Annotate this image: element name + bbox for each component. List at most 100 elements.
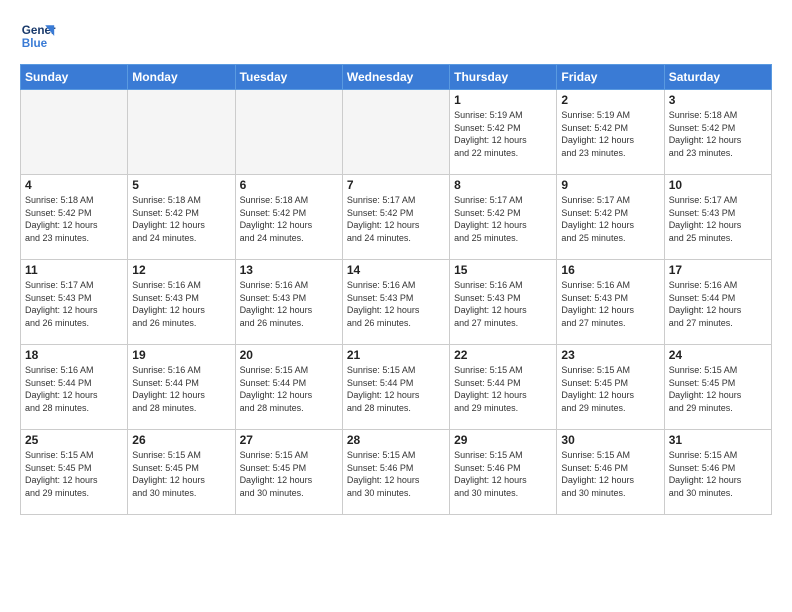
day-number: 8: [454, 178, 552, 192]
calendar-cell: 19 Sunrise: 5:16 AM Sunset: 5:44 PM Dayli…: [128, 345, 235, 430]
day-number: 20: [240, 348, 338, 362]
day-number: 11: [25, 263, 123, 277]
weekday-header-saturday: Saturday: [664, 65, 771, 90]
calendar-cell: [235, 90, 342, 175]
day-info: Sunrise: 5:17 AM Sunset: 5:42 PM Dayligh…: [454, 194, 552, 244]
day-info: Sunrise: 5:16 AM Sunset: 5:43 PM Dayligh…: [132, 279, 230, 329]
page-header: General Blue: [20, 18, 772, 54]
calendar-cell: 15 Sunrise: 5:16 AM Sunset: 5:43 PM Dayli…: [450, 260, 557, 345]
day-info: Sunrise: 5:16 AM Sunset: 5:43 PM Dayligh…: [347, 279, 445, 329]
week-row-2: 4Sunrise: 5:18 AM Sunset: 5:42 PM Daylig…: [21, 175, 772, 260]
day-number: 9: [561, 178, 659, 192]
day-info: Sunrise: 5:15 AM Sunset: 5:45 PM Dayligh…: [132, 449, 230, 499]
calendar-cell: 29 Sunrise: 5:15 AM Sunset: 5:46 PM Dayli…: [450, 430, 557, 515]
calendar-cell: 27 Sunrise: 5:15 AM Sunset: 5:45 PM Dayli…: [235, 430, 342, 515]
calendar-cell: 22Sunrise: 5:15 AM Sunset: 5:44 PM Dayli…: [450, 345, 557, 430]
calendar-table: SundayMondayTuesdayWednesdayThursdayFrid…: [20, 64, 772, 515]
day-number: 29: [454, 433, 552, 447]
day-number: 18: [25, 348, 123, 362]
day-info: Sunrise: 5:16 AM Sunset: 5:43 PM Dayligh…: [561, 279, 659, 329]
day-info: Sunrise: 5:18 AM Sunset: 5:42 PM Dayligh…: [25, 194, 123, 244]
calendar-cell: 28 Sunrise: 5:15 AM Sunset: 5:46 PM Dayli…: [342, 430, 449, 515]
day-number: 13: [240, 263, 338, 277]
calendar-cell: 23 Sunrise: 5:15 AM Sunset: 5:45 PM Dayli…: [557, 345, 664, 430]
week-row-5: 25Sunrise: 5:15 AM Sunset: 5:45 PM Dayli…: [21, 430, 772, 515]
calendar-cell: 13 Sunrise: 5:16 AM Sunset: 5:43 PM Dayli…: [235, 260, 342, 345]
day-number: 1: [454, 93, 552, 107]
day-info: Sunrise: 5:15 AM Sunset: 5:44 PM Dayligh…: [347, 364, 445, 414]
day-number: 19: [132, 348, 230, 362]
day-info: Sunrise: 5:17 AM Sunset: 5:42 PM Dayligh…: [347, 194, 445, 244]
day-info: Sunrise: 5:19 AM Sunset: 5:42 PM Dayligh…: [454, 109, 552, 159]
day-info: Sunrise: 5:15 AM Sunset: 5:44 PM Dayligh…: [240, 364, 338, 414]
day-number: 30: [561, 433, 659, 447]
day-number: 16: [561, 263, 659, 277]
day-info: Sunrise: 5:15 AM Sunset: 5:46 PM Dayligh…: [669, 449, 767, 499]
day-number: 22: [454, 348, 552, 362]
calendar-cell: 18 Sunrise: 5:16 AM Sunset: 5:44 PM Dayli…: [21, 345, 128, 430]
day-info: Sunrise: 5:15 AM Sunset: 5:46 PM Dayligh…: [347, 449, 445, 499]
day-number: 2: [561, 93, 659, 107]
logo: General Blue: [20, 18, 56, 54]
day-info: Sunrise: 5:18 AM Sunset: 5:42 PM Dayligh…: [132, 194, 230, 244]
calendar-cell: [128, 90, 235, 175]
day-info: Sunrise: 5:15 AM Sunset: 5:46 PM Dayligh…: [561, 449, 659, 499]
day-info: Sunrise: 5:16 AM Sunset: 5:44 PM Dayligh…: [25, 364, 123, 414]
day-number: 6: [240, 178, 338, 192]
calendar-cell: 7 Sunrise: 5:17 AM Sunset: 5:42 PM Daylig…: [342, 175, 449, 260]
day-number: 23: [561, 348, 659, 362]
day-info: Sunrise: 5:15 AM Sunset: 5:46 PM Dayligh…: [454, 449, 552, 499]
logo-icon: General Blue: [20, 18, 56, 54]
weekday-header-row: SundayMondayTuesdayWednesdayThursdayFrid…: [21, 65, 772, 90]
day-info: Sunrise: 5:16 AM Sunset: 5:44 PM Dayligh…: [132, 364, 230, 414]
day-number: 28: [347, 433, 445, 447]
calendar-cell: 31 Sunrise: 5:15 AM Sunset: 5:46 PM Dayli…: [664, 430, 771, 515]
day-number: 26: [132, 433, 230, 447]
weekday-header-monday: Monday: [128, 65, 235, 90]
day-number: 27: [240, 433, 338, 447]
weekday-header-sunday: Sunday: [21, 65, 128, 90]
day-number: 24: [669, 348, 767, 362]
day-info: Sunrise: 5:15 AM Sunset: 5:45 PM Dayligh…: [561, 364, 659, 414]
calendar-cell: 14Sunrise: 5:16 AM Sunset: 5:43 PM Dayli…: [342, 260, 449, 345]
day-info: Sunrise: 5:17 AM Sunset: 5:43 PM Dayligh…: [669, 194, 767, 244]
day-number: 31: [669, 433, 767, 447]
calendar-cell: [342, 90, 449, 175]
calendar-cell: 8 Sunrise: 5:17 AM Sunset: 5:42 PM Daylig…: [450, 175, 557, 260]
day-info: Sunrise: 5:16 AM Sunset: 5:43 PM Dayligh…: [454, 279, 552, 329]
calendar-cell: 11Sunrise: 5:17 AM Sunset: 5:43 PM Dayli…: [21, 260, 128, 345]
calendar-cell: 1 Sunrise: 5:19 AM Sunset: 5:42 PM Daylig…: [450, 90, 557, 175]
week-row-4: 18 Sunrise: 5:16 AM Sunset: 5:44 PM Dayli…: [21, 345, 772, 430]
day-info: Sunrise: 5:18 AM Sunset: 5:42 PM Dayligh…: [240, 194, 338, 244]
calendar-cell: 24 Sunrise: 5:15 AM Sunset: 5:45 PM Dayli…: [664, 345, 771, 430]
day-info: Sunrise: 5:15 AM Sunset: 5:45 PM Dayligh…: [240, 449, 338, 499]
day-number: 17: [669, 263, 767, 277]
calendar-cell: 6 Sunrise: 5:18 AM Sunset: 5:42 PM Daylig…: [235, 175, 342, 260]
day-info: Sunrise: 5:15 AM Sunset: 5:45 PM Dayligh…: [669, 364, 767, 414]
calendar-cell: 21 Sunrise: 5:15 AM Sunset: 5:44 PM Dayli…: [342, 345, 449, 430]
calendar-cell: 2Sunrise: 5:19 AM Sunset: 5:42 PM Daylig…: [557, 90, 664, 175]
day-info: Sunrise: 5:15 AM Sunset: 5:45 PM Dayligh…: [25, 449, 123, 499]
day-number: 15: [454, 263, 552, 277]
day-number: 7: [347, 178, 445, 192]
calendar-cell: 3Sunrise: 5:18 AM Sunset: 5:42 PM Daylig…: [664, 90, 771, 175]
day-info: Sunrise: 5:17 AM Sunset: 5:42 PM Dayligh…: [561, 194, 659, 244]
weekday-header-thursday: Thursday: [450, 65, 557, 90]
weekday-header-tuesday: Tuesday: [235, 65, 342, 90]
calendar-cell: 12 Sunrise: 5:16 AM Sunset: 5:43 PM Dayli…: [128, 260, 235, 345]
weekday-header-friday: Friday: [557, 65, 664, 90]
weekday-header-wednesday: Wednesday: [342, 65, 449, 90]
week-row-3: 11Sunrise: 5:17 AM Sunset: 5:43 PM Dayli…: [21, 260, 772, 345]
day-number: 21: [347, 348, 445, 362]
day-number: 10: [669, 178, 767, 192]
calendar-cell: 26 Sunrise: 5:15 AM Sunset: 5:45 PM Dayli…: [128, 430, 235, 515]
day-info: Sunrise: 5:16 AM Sunset: 5:44 PM Dayligh…: [669, 279, 767, 329]
calendar-cell: [21, 90, 128, 175]
day-info: Sunrise: 5:16 AM Sunset: 5:43 PM Dayligh…: [240, 279, 338, 329]
day-number: 12: [132, 263, 230, 277]
week-row-1: 1 Sunrise: 5:19 AM Sunset: 5:42 PM Daylig…: [21, 90, 772, 175]
calendar-cell: 20 Sunrise: 5:15 AM Sunset: 5:44 PM Dayli…: [235, 345, 342, 430]
calendar-cell: 25Sunrise: 5:15 AM Sunset: 5:45 PM Dayli…: [21, 430, 128, 515]
calendar-cell: 4Sunrise: 5:18 AM Sunset: 5:42 PM Daylig…: [21, 175, 128, 260]
day-number: 5: [132, 178, 230, 192]
